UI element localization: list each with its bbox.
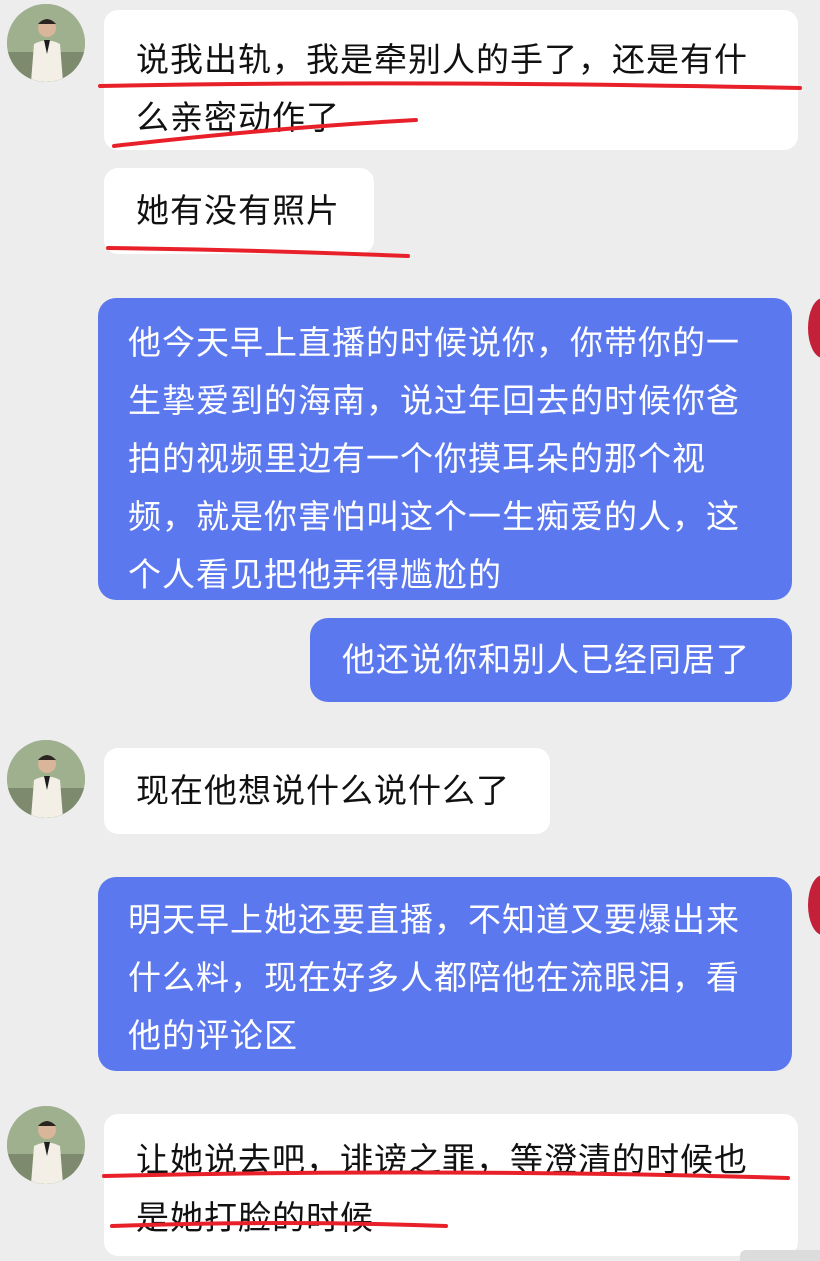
contact-avatar-image bbox=[7, 1106, 85, 1184]
incoming-message-bubble[interactable]: 让她说去吧，诽谤之罪，等澄清的时候也 是她打脸的时候 bbox=[104, 1114, 798, 1256]
incoming-message-bubble[interactable]: 现在他想说什么说什么了 bbox=[104, 748, 550, 834]
contact-avatar[interactable] bbox=[7, 4, 85, 82]
incoming-message-bubble[interactable]: 她有没有照片 bbox=[104, 168, 374, 254]
self-avatar[interactable] bbox=[808, 298, 820, 358]
outgoing-message-bubble[interactable]: 他还说你和别人已经同居了 bbox=[310, 618, 792, 702]
contact-avatar-image bbox=[7, 4, 85, 82]
self-avatar[interactable] bbox=[808, 875, 820, 935]
contact-avatar[interactable] bbox=[7, 740, 85, 818]
contact-avatar-image bbox=[7, 740, 85, 818]
incoming-message-bubble[interactable]: 说我出轨，我是牵别人的手了，还是有什 么亲密动作了 bbox=[104, 10, 798, 150]
contact-avatar[interactable] bbox=[7, 1106, 85, 1184]
outgoing-message-bubble[interactable]: 明天早上她还要直播，不知道又要爆出来 什么料，现在好多人都陪他在流眼泪，看 他的… bbox=[98, 877, 792, 1071]
outgoing-message-bubble[interactable]: 他今天早上直播的时候说你，你带你的一 生挚爱到的海南，说过年回去的时候你爸 拍的… bbox=[98, 298, 792, 600]
home-indicator bbox=[740, 1250, 820, 1261]
